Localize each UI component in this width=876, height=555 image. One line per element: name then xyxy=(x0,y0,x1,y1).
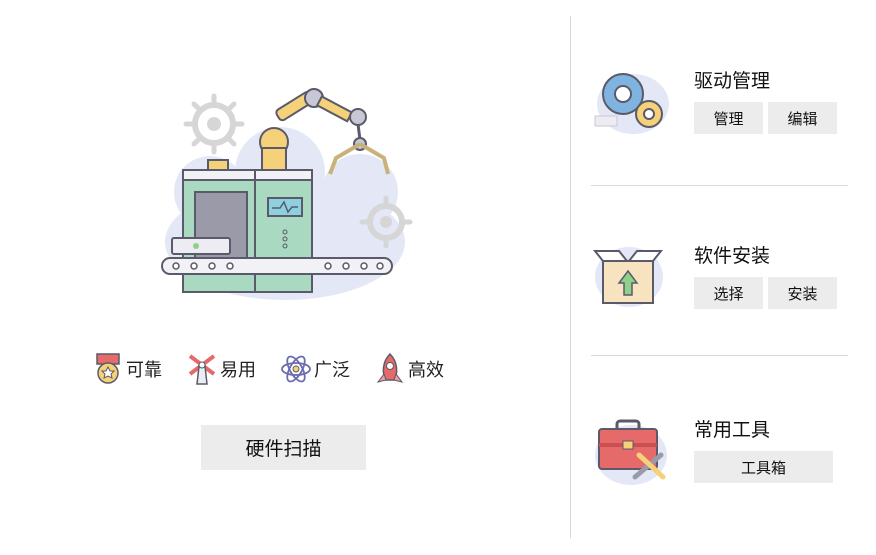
rocket-icon xyxy=(376,352,404,383)
manage-button[interactable]: 管理 xyxy=(694,102,763,134)
section-title: 软件安装 xyxy=(694,245,771,267)
button-group: 工具箱 xyxy=(694,451,833,483)
install-button[interactable]: 安装 xyxy=(768,277,837,309)
horizontal-divider xyxy=(591,355,848,356)
box-upload-icon xyxy=(592,247,664,307)
vertical-divider xyxy=(570,16,571,538)
feature-label: 高效 xyxy=(408,360,444,381)
hardware-scan-button[interactable]: 硬件扫描 xyxy=(201,425,366,470)
horizontal-divider xyxy=(591,185,848,186)
software-install-section: 软件安装 选择 安装 xyxy=(591,241,848,381)
gears-icon xyxy=(594,73,669,134)
feature-list: 可靠 易用 广泛 高效 xyxy=(92,352,468,386)
toolbox-icon xyxy=(595,419,667,485)
section-title: 常用工具 xyxy=(694,419,771,441)
button-group: 管理 编辑 xyxy=(694,102,837,134)
feature-label: 可靠 xyxy=(126,360,162,381)
feature-broad: 广泛 xyxy=(280,352,350,386)
feature-label: 易用 xyxy=(220,360,256,381)
hardware-scan-panel: 可靠 易用 广泛 高效 硬件扫描 xyxy=(0,0,570,545)
windmill-icon xyxy=(188,354,216,385)
feature-easy: 易用 xyxy=(186,352,256,386)
atom-icon xyxy=(281,355,311,383)
medal-icon xyxy=(96,353,120,384)
feature-label: 广泛 xyxy=(314,360,350,381)
factory-robot-arm-illustration xyxy=(161,88,413,300)
button-group: 选择 安装 xyxy=(694,277,837,309)
common-tools-section: 常用工具 工具箱 xyxy=(591,415,848,555)
feature-reliable: 可靠 xyxy=(92,352,162,386)
section-title: 驱动管理 xyxy=(694,70,771,92)
toolbox-button[interactable]: 工具箱 xyxy=(694,451,833,483)
select-button[interactable]: 选择 xyxy=(694,277,763,309)
feature-efficient: 高效 xyxy=(374,352,444,386)
edit-button[interactable]: 编辑 xyxy=(768,102,837,134)
